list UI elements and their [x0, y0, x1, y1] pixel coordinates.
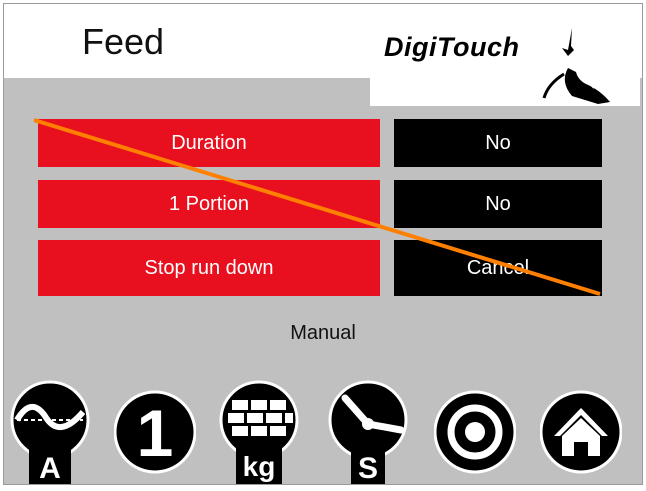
clock-s-text: S [358, 452, 378, 485]
bricks-kg-icon: kg [219, 380, 299, 484]
icon-toolbar: A 1 kg S [4, 378, 642, 485]
target-icon [434, 390, 516, 474]
stop-run-down-label: Stop run down [144, 256, 274, 279]
cancel-label: Cancel [466, 256, 530, 279]
page-title: Feed [82, 21, 165, 62]
one-portion-button[interactable]: 1 Portion [38, 180, 380, 228]
duration-value-button[interactable]: No [394, 119, 602, 167]
sine-a-text: A [39, 452, 61, 485]
logo: DigiTouch [370, 4, 640, 106]
one-portion-value: No [485, 192, 511, 215]
cancel-button[interactable]: Cancel [394, 240, 602, 296]
duration-button[interactable]: Duration [38, 119, 380, 167]
one-portion-icon-button[interactable]: 1 [114, 378, 196, 484]
duration-value: No [485, 131, 511, 154]
duration-label: Duration [171, 131, 247, 154]
clock-s-button[interactable]: S [327, 378, 409, 485]
mode-status-label: Manual [290, 322, 356, 344]
target-button[interactable] [434, 378, 516, 484]
one-icon: 1 [114, 390, 196, 474]
stop-run-down-button[interactable]: Stop run down [38, 240, 380, 296]
logo-text: DigiTouch [384, 32, 520, 62]
one-portion-label: 1 Portion [168, 192, 250, 215]
home-icon [540, 390, 622, 474]
kg-text: kg [243, 451, 276, 482]
home-button[interactable] [540, 378, 622, 484]
sine-wave-a-button[interactable]: A [9, 378, 91, 485]
clock-s-icon: S [328, 380, 408, 485]
one-text: 1 [137, 396, 174, 470]
bricks-kg-button[interactable]: kg [218, 378, 300, 484]
sine-wave-a-icon: A [10, 380, 90, 485]
screen: Feed DigiTouch Duration No 1 Portion No … [3, 3, 643, 485]
hand-pointer-icon [542, 28, 610, 104]
one-portion-value-button[interactable]: No [394, 180, 602, 228]
